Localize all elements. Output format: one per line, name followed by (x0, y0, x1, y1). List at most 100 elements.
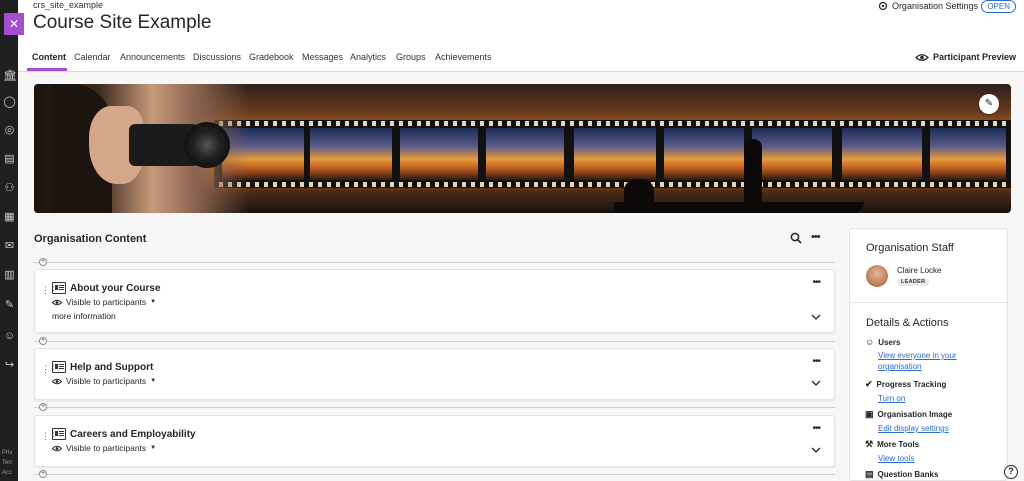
visibility-label: Visible to participants (66, 297, 147, 307)
details-item-label: Users (878, 337, 901, 347)
tab-calendar[interactable]: Calendar (74, 52, 111, 62)
institution-icon[interactable]: 🏛 (3, 70, 17, 83)
grades-icon[interactable]: ▥ (3, 269, 16, 282)
add-content-divider (34, 341, 835, 342)
details-item-progress: ✔ Progress Tracking Turn on (865, 379, 973, 404)
tab-discussions[interactable]: Discussions (193, 52, 241, 62)
details-item-label: Progress Tracking (876, 380, 947, 389)
details-item-label: Organisation Image (877, 410, 953, 419)
edit-banner-button[interactable]: ✎ (979, 94, 999, 114)
document-icon (52, 282, 66, 294)
chevron-down-icon[interactable] (811, 445, 821, 455)
tools-icon[interactable]: ✎ (3, 299, 16, 312)
organisation-settings-button[interactable]: Organisation Settings (878, 1, 978, 11)
gear-icon (878, 1, 888, 11)
content-more-options-icon[interactable]: ••• (811, 231, 821, 243)
user-icon[interactable]: ☺ (3, 330, 16, 343)
camera-lens (184, 122, 230, 168)
active-tab-indicator (27, 68, 67, 71)
tab-announcements[interactable]: Announcements (120, 52, 185, 62)
close-icon: ✕ (8, 17, 20, 31)
page-title: Course Site Example (33, 12, 212, 33)
details-item-label: Question Banks (877, 470, 939, 479)
add-content-divider (34, 474, 835, 475)
avatar[interactable] (866, 265, 888, 287)
visibility-dropdown[interactable]: Visible to participants ▼ (52, 443, 156, 453)
participant-preview-button[interactable]: Participant Preview (915, 52, 1016, 62)
item-more-options-icon[interactable]: ••• (812, 423, 820, 434)
profile-icon[interactable]: ◯ (3, 96, 16, 109)
status-badge[interactable]: OPEN (981, 0, 1016, 13)
content-item-title[interactable]: Careers and Employability (70, 429, 196, 440)
courses-icon[interactable]: ▤ (3, 153, 16, 166)
course-banner-image: ✎ (34, 84, 1011, 213)
search-icon[interactable] (790, 232, 802, 244)
sign-out-icon[interactable]: ↪ (3, 359, 16, 372)
course-header: crs_site_example Course Site Example Org… (18, 0, 1024, 46)
globe-icon[interactable]: ◎ (3, 124, 16, 137)
document-icon (52, 428, 66, 440)
messages-icon[interactable]: ✉ (3, 240, 16, 253)
tab-achievements[interactable]: Achievements (435, 52, 492, 62)
visibility-dropdown[interactable]: Visible to participants ▼ (52, 376, 156, 386)
staff-heading: Organisation Staff (866, 242, 954, 254)
details-panel: Organisation Staff Claire Locke LEADER D… (849, 228, 1008, 481)
eye-icon (52, 299, 62, 305)
staff-name[interactable]: Claire Locke (897, 266, 941, 275)
film-holes-bottom (214, 182, 1011, 187)
tab-gradebook[interactable]: Gradebook (249, 52, 294, 62)
item-more-options-icon[interactable]: ••• (812, 356, 820, 367)
add-content-divider (34, 407, 835, 408)
course-tabs: Content Calendar Announcements Discussio… (18, 46, 1024, 72)
boat-silhouette (614, 202, 864, 213)
content-item-card[interactable]: ⋮⋮ Help and Support Visible to participa… (34, 348, 835, 400)
caret-down-icon: ▼ (150, 299, 157, 305)
add-content-plus-icon[interactable]: + (39, 403, 47, 411)
footer-privacy-link[interactable]: Priv (2, 449, 12, 457)
content-item-card[interactable]: ⋮⋮ About your Course Visible to particip… (34, 269, 835, 333)
organisation-settings-label: Organisation Settings (891, 1, 978, 11)
close-course-button[interactable]: ✕ (4, 13, 24, 35)
footer-accessibility-link[interactable]: Acc (2, 469, 12, 477)
film-holes-top (214, 121, 1011, 126)
content-item-title[interactable]: Help and Support (70, 362, 153, 373)
details-item-question-banks[interactable]: ▤ Question Banks (865, 469, 938, 480)
item-description: more information (52, 311, 116, 321)
view-users-link[interactable]: View everyone in your organisation (878, 350, 973, 372)
tab-analytics[interactable]: Analytics (350, 52, 386, 62)
eye-preview-icon (915, 53, 929, 61)
view-tools-link[interactable]: View tools (878, 453, 973, 464)
photographer-image (34, 84, 249, 213)
add-content-plus-icon[interactable]: + (39, 337, 47, 345)
footer-terms-link[interactable]: Terr (2, 459, 12, 467)
details-item-users: ☺ Users View everyone in your organisatio… (865, 337, 973, 372)
document-icon (52, 361, 66, 373)
image-icon: ▣ (865, 409, 874, 419)
content-item-card[interactable]: ⋮⋮ Careers and Employability Visible to … (34, 415, 835, 467)
chevron-down-icon[interactable] (811, 312, 821, 322)
users-icon: ☺ (865, 337, 875, 347)
panel-divider (850, 302, 1007, 303)
item-more-options-icon[interactable]: ••• (812, 277, 820, 288)
help-button[interactable]: ? (1004, 465, 1018, 479)
film-frame (842, 128, 922, 180)
organisations-icon[interactable]: ⚇ (3, 182, 16, 195)
visibility-dropdown[interactable]: Visible to participants ▼ (52, 297, 156, 307)
film-frame (486, 128, 564, 180)
add-content-plus-icon[interactable]: + (39, 258, 47, 266)
eye-icon (52, 445, 62, 451)
tab-messages[interactable]: Messages (302, 52, 343, 62)
film-frame (310, 128, 392, 180)
progress-turn-on-link[interactable]: Turn on (878, 393, 973, 404)
tab-groups[interactable]: Groups (396, 52, 426, 62)
calendar-icon[interactable]: ▦ (3, 211, 16, 224)
edit-display-settings-link[interactable]: Edit display settings (878, 423, 973, 434)
add-content-plus-icon[interactable]: + (39, 470, 47, 478)
caret-down-icon: ▼ (150, 445, 157, 451)
chevron-down-icon[interactable] (811, 378, 821, 388)
content-item-title[interactable]: About your Course (70, 283, 161, 294)
tab-content[interactable]: Content (32, 52, 66, 62)
left-nav-rail: 🏛 ◯ ◎ ▤ ⚇ ▦ ✉ ▥ ✎ ☺ ↪ Priv Terr Acc (0, 0, 18, 481)
visibility-label: Visible to participants (66, 443, 147, 453)
pencil-icon: ✎ (984, 98, 994, 109)
